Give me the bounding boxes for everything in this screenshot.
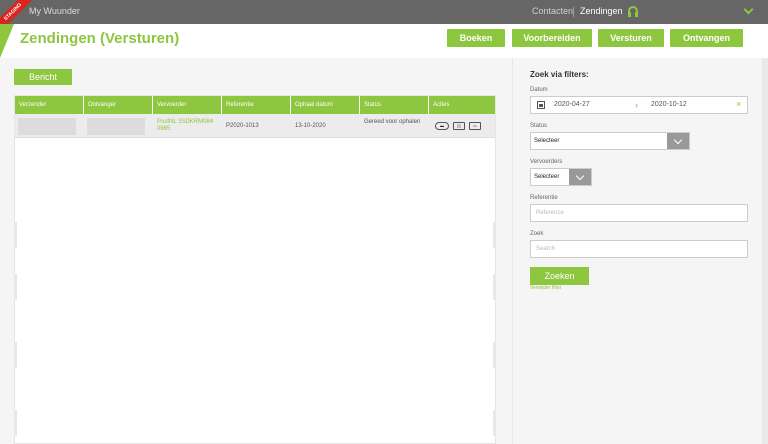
scroll-marker	[14, 274, 17, 300]
shipments-table: Verzender Ontvanger Vervoerder Referenti…	[14, 95, 496, 444]
versturen-button[interactable]: Versturen	[598, 29, 664, 47]
header-accent	[0, 24, 14, 58]
verzender-placeholder	[18, 118, 76, 135]
scroll-marker	[493, 342, 496, 368]
scroll-marker	[493, 410, 496, 436]
calendar-icon[interactable]	[537, 101, 545, 109]
boeken-button[interactable]: Boeken	[447, 29, 505, 47]
scroll-marker	[14, 222, 17, 248]
scroll-marker	[14, 410, 17, 436]
status-label: Status	[530, 123, 548, 129]
column-referentie[interactable]: Referentie	[222, 96, 291, 114]
clear-filter-link[interactable]: Verwijder filter	[530, 285, 561, 291]
referentie-input[interactable]: Reference	[530, 204, 748, 222]
nav-separator	[573, 7, 574, 17]
column-ontvanger[interactable]: Ontvanger	[84, 96, 153, 114]
status-select-value: Selecteer	[534, 138, 560, 144]
chat-icon[interactable]: ▬	[435, 122, 449, 130]
page-header: Zendingen (Versturen) Boeken Voorbereide…	[0, 24, 768, 58]
label-icon[interactable]: ▯▯	[453, 122, 465, 130]
referentie-label: Referentie	[530, 195, 558, 201]
app-name[interactable]: My Wuunder	[29, 6, 80, 16]
chevron-down-icon[interactable]	[743, 4, 754, 15]
print-icon[interactable]: ▭	[469, 122, 481, 130]
scrollbar[interactable]	[762, 58, 768, 444]
datum-label: Datum	[530, 87, 548, 93]
shipments-panel: Bericht Verzender Ontvanger Vervoerder R…	[14, 58, 496, 444]
scroll-marker	[493, 274, 496, 300]
search-input[interactable]: Search	[530, 240, 748, 258]
column-acties: Acties	[433, 102, 450, 108]
date-to[interactable]: 2020-10-12	[651, 101, 687, 108]
status-select[interactable]: Selecteer	[530, 132, 690, 150]
panel-divider	[512, 58, 513, 444]
filter-title: Zoek via filters:	[530, 70, 589, 79]
nav-zendingen[interactable]: Zendingen	[580, 6, 623, 16]
bericht-button[interactable]: Bericht	[14, 69, 72, 85]
page-title: Zendingen (Versturen)	[20, 30, 180, 47]
chevron-down-icon[interactable]	[667, 133, 689, 149]
vervoerders-select-value: Selecteer	[534, 174, 560, 180]
table-header: Verzender Ontvanger Vervoerder Referenti…	[15, 96, 495, 114]
status-cell: Gereed voor ophalen	[364, 119, 421, 125]
date-from[interactable]: 2020-04-27	[554, 101, 590, 108]
clear-date-icon[interactable]: ×	[736, 99, 741, 109]
column-verzender[interactable]: Verzender	[15, 96, 84, 114]
nav-contacten[interactable]: Contacten	[532, 6, 573, 16]
table-row[interactable]: PostNL 3SDKRM084 0985 P2020-1013 13-10-2…	[15, 114, 495, 138]
top-bar: STAGING My Wuunder Contacten Zendingen	[0, 0, 768, 33]
zoek-label: Zoek	[530, 231, 544, 237]
headset-icon[interactable]	[628, 6, 638, 17]
referentie-cell: P2020-1013	[226, 123, 259, 129]
scroll-marker	[493, 222, 496, 248]
arrow-right-icon: ›	[635, 100, 638, 110]
ontvanger-placeholder	[87, 118, 145, 135]
scroll-marker	[14, 342, 17, 368]
vervoerders-select[interactable]: Selecteer	[530, 168, 592, 186]
column-status[interactable]: Status	[360, 96, 429, 114]
chevron-down-icon[interactable]	[569, 169, 591, 185]
zoeken-button[interactable]: Zoeken	[530, 267, 589, 285]
vervoerders-label: Vervoerders	[530, 159, 563, 165]
ontvangen-button[interactable]: Ontvangen	[670, 29, 743, 47]
column-ophaal-datum[interactable]: Ophaal datum	[291, 96, 360, 114]
column-vervoerder[interactable]: Vervoerder	[153, 96, 222, 114]
ophaal-datum-cell: 13-10-2020	[295, 123, 326, 129]
date-range-field[interactable]: 2020-04-27 › 2020-10-12 ×	[530, 96, 748, 114]
vervoerder-link[interactable]: PostNL 3SDKRM084 0985	[157, 119, 219, 133]
voorbereiden-button[interactable]: Voorbereiden	[512, 29, 592, 47]
